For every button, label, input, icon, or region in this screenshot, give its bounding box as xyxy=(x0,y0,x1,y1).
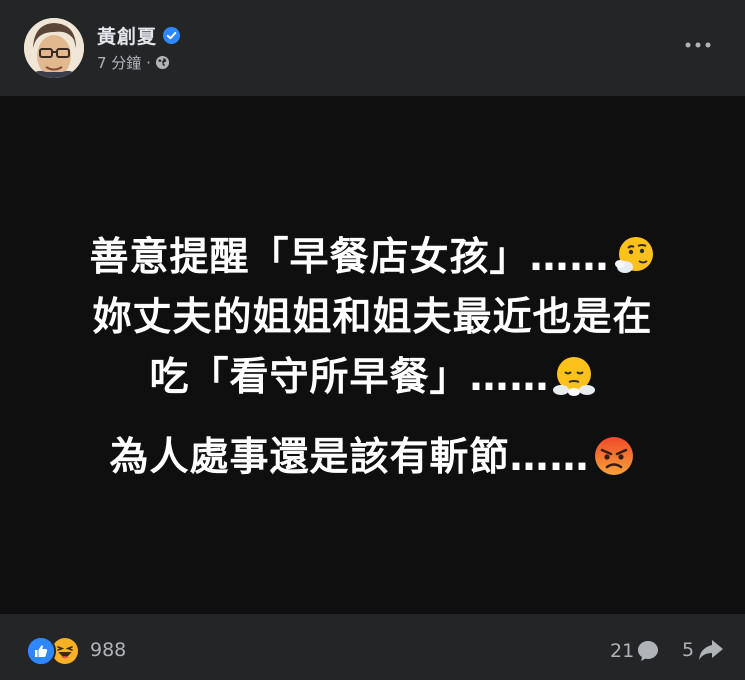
share-arrow-icon xyxy=(699,640,724,660)
post-timestamp[interactable]: 7 分鐘 · xyxy=(97,52,151,73)
post-line-1: 善意提醒「早餐店女孩」…… xyxy=(0,228,745,288)
share-count-button[interactable]: 5 xyxy=(682,639,724,661)
post-line-2-text: 妳丈夫的姐姐和姐夫最近也是在 xyxy=(92,295,653,340)
post-line-3-text: 吃「看守所早餐」…… xyxy=(149,355,550,400)
face-with-steam-icon xyxy=(552,356,595,396)
author-avatar[interactable] xyxy=(24,18,84,78)
angry-face-icon xyxy=(594,436,633,475)
post-footer: 988 21 5 xyxy=(0,614,745,680)
post-line-4: 為人處事還是該有斬節…… xyxy=(0,428,745,488)
post-content: 善意提醒「早餐店女孩」…… 妳丈夫的姐姐和姐夫最近也是在 吃「看守所早餐」…… … xyxy=(0,96,745,614)
thinking-smoking-face-icon xyxy=(614,236,653,273)
comment-bubble-icon xyxy=(638,641,659,661)
post-line-4-text: 為人處事還是該有斬節…… xyxy=(109,435,590,480)
post-header: 黃創夏 7 分鐘 · xyxy=(0,0,745,96)
more-options-icon xyxy=(685,42,711,48)
post-line-1-text: 善意提醒「早餐店女孩」…… xyxy=(89,235,610,280)
share-count: 5 xyxy=(682,639,695,661)
verified-badge-icon xyxy=(163,27,181,44)
post-line-3: 吃「看守所早餐」…… xyxy=(0,348,745,408)
reactions-summary[interactable] xyxy=(26,636,80,666)
reaction-count[interactable]: 988 xyxy=(90,639,126,661)
globe-icon xyxy=(155,55,169,70)
comment-count-button[interactable]: 21 xyxy=(610,639,660,663)
comment-count: 21 xyxy=(610,640,635,662)
more-options-button[interactable] xyxy=(680,30,716,60)
post-line-2: 妳丈夫的姐姐和姐夫最近也是在 xyxy=(0,288,745,348)
author-name[interactable]: 黃創夏 xyxy=(97,22,157,49)
like-icon xyxy=(26,636,56,666)
